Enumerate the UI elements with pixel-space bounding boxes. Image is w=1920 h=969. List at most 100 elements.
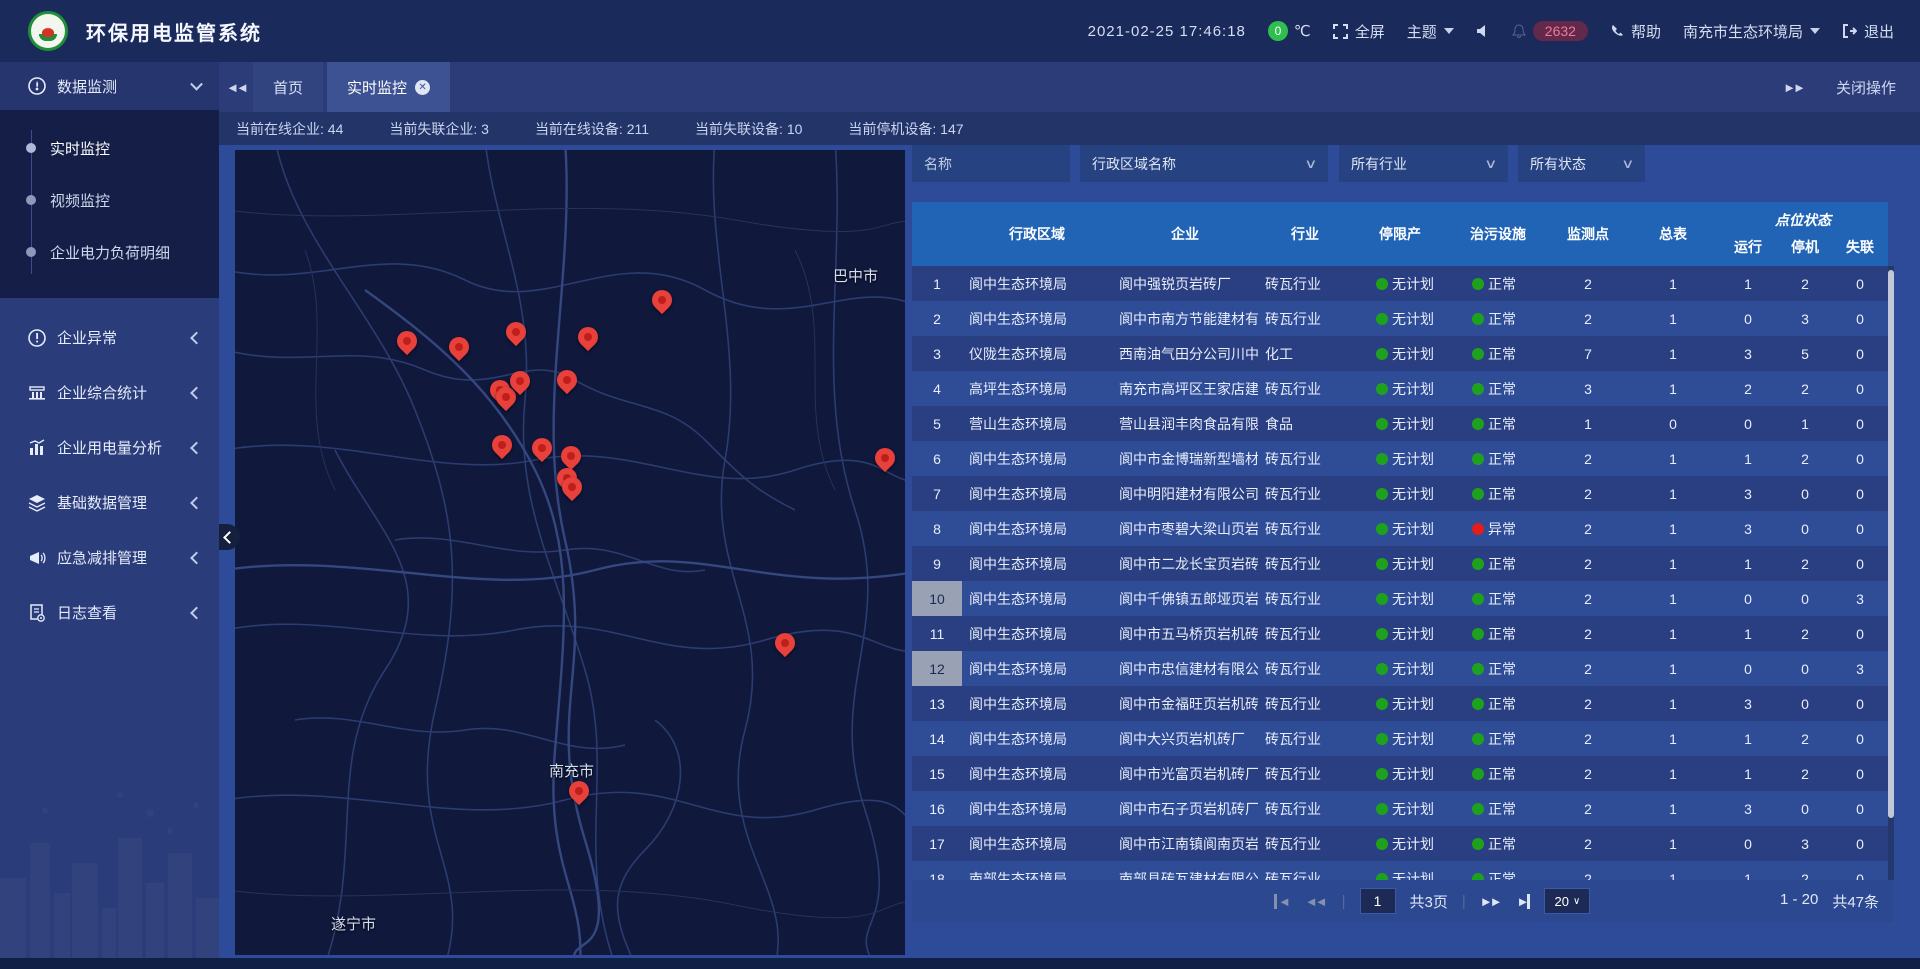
- map-panel[interactable]: 巴中市 南充市 遂宁市: [235, 150, 905, 955]
- table-row[interactable]: 16阆中生态环境局阆中市石子页岩机砖厂砖瓦行业无计划正常21300: [912, 791, 1888, 826]
- status-dot-green: [1376, 803, 1388, 815]
- sidebar-group-emergency-reduction[interactable]: 应急减排管理: [0, 530, 219, 585]
- table-row[interactable]: 2阆中生态环境局阆中市南方节能建材有砖瓦行业无计划正常21030: [912, 301, 1888, 336]
- map-pin[interactable]: [445, 333, 473, 361]
- map-pin[interactable]: [771, 629, 799, 657]
- help-button[interactable]: 帮助: [1610, 21, 1661, 42]
- stat-lost-companies: 当前失联企业: 3: [389, 119, 489, 139]
- fullscreen-button[interactable]: 全屏: [1333, 21, 1385, 42]
- table-row[interactable]: 1阆中生态环境局阆中强锐页岩砖厂砖瓦行业无计划正常21120: [912, 266, 1888, 301]
- table-row[interactable]: 14阆中生态环境局阆中大兴页岩机砖厂砖瓦行业无计划正常21120: [912, 721, 1888, 756]
- cell-index: 9: [912, 546, 962, 581]
- logout-button[interactable]: 退出: [1842, 21, 1894, 42]
- map-pin[interactable]: [553, 366, 581, 394]
- statistics-icon: [27, 383, 47, 403]
- table-row[interactable]: 7阆中生态环境局阆中明阳建材有限公司砖瓦行业无计划正常21300: [912, 476, 1888, 511]
- cell-running: 0: [1718, 581, 1778, 616]
- table-row[interactable]: 12阆中生态环境局阆中市忠信建材有限公砖瓦行业无计划正常21003: [912, 651, 1888, 686]
- map-pin[interactable]: [565, 777, 593, 805]
- table-row[interactable]: 5营山生态环境局营山县润丰肉食品有限食品无计划正常10010: [912, 406, 1888, 441]
- tab-home[interactable]: 首页: [253, 62, 323, 112]
- sidebar-item-video-monitor[interactable]: 视频监控: [0, 174, 219, 226]
- cell-region: 阆中生态环境局: [962, 511, 1112, 546]
- sidebar-group-enterprise-abnormal[interactable]: 企业异常: [0, 310, 219, 365]
- region-select[interactable]: 行政区域名称∨: [1080, 145, 1328, 182]
- cell-monitor-points: 2: [1548, 441, 1628, 476]
- cell-lost: 0: [1832, 266, 1888, 301]
- app-logo-icon: [28, 11, 68, 51]
- table-row[interactable]: 18南部生态环境局南部县砖瓦建材有限公砖瓦行业无计划正常21120: [912, 861, 1888, 880]
- theme-menu[interactable]: 主题: [1407, 21, 1454, 42]
- table-scrollbar[interactable]: [1888, 266, 1894, 880]
- tabs-scroll-right-button[interactable]: ►►: [1776, 80, 1810, 95]
- map-pin[interactable]: [488, 431, 516, 459]
- cell-facility-status: 正常: [1448, 406, 1548, 441]
- status-dot-green: [1472, 313, 1484, 325]
- cell-index: 1: [912, 266, 962, 301]
- sidebar-item-realtime-monitor[interactable]: 实时监控: [0, 122, 219, 174]
- first-page-button[interactable]: ◄: [1274, 894, 1291, 909]
- next-page-button[interactable]: ►►: [1480, 894, 1503, 909]
- notifications[interactable]: 2632: [1512, 21, 1588, 41]
- table-row[interactable]: 13阆中生态环境局阆中市金福旺页岩机砖砖瓦行业无计划正常21300: [912, 686, 1888, 721]
- table-row[interactable]: 17阆中生态环境局阆中市江南镇阆南页岩砖瓦行业无计划正常21030: [912, 826, 1888, 861]
- page-number-input[interactable]: 1: [1360, 888, 1396, 914]
- table-row[interactable]: 9阆中生态环境局阆中市二龙长宝页岩砖砖瓦行业无计划正常21120: [912, 546, 1888, 581]
- table-row[interactable]: 8阆中生态环境局阆中市枣碧大梁山页岩砖瓦行业无计划异常21300: [912, 511, 1888, 546]
- map-pin[interactable]: [648, 286, 676, 314]
- table-row[interactable]: 3仪陇生态环境局西南油气田分公司川中化工无计划正常71350: [912, 336, 1888, 371]
- cell-region: 阆中生态环境局: [962, 686, 1112, 721]
- cell-index: 14: [912, 721, 962, 756]
- cell-stop-status: 无计划: [1352, 546, 1448, 581]
- cell-facility-status: 正常: [1448, 616, 1548, 651]
- table-row[interactable]: 10阆中生态环境局阆中千佛镇五郎垭页岩砖瓦行业无计划正常21003: [912, 581, 1888, 616]
- cell-halted: 0: [1778, 581, 1832, 616]
- prev-page-button[interactable]: ◄◄: [1305, 894, 1328, 909]
- sidebar-item-power-load-detail[interactable]: 企业电力负荷明细: [0, 226, 219, 278]
- cell-industry: 砖瓦行业: [1258, 581, 1352, 616]
- table-row[interactable]: 6阆中生态环境局阆中市金博瑞新型墙材砖瓦行业无计划正常21120: [912, 441, 1888, 476]
- chevron-down-icon: [1810, 28, 1820, 34]
- cell-stop-status: 无计划: [1352, 476, 1448, 511]
- cell-facility-status: 正常: [1448, 791, 1548, 826]
- map-pin[interactable]: [393, 327, 421, 355]
- table-row[interactable]: 15阆中生态环境局阆中市光富页岩机砖厂砖瓦行业无计划正常21120: [912, 756, 1888, 791]
- status-select[interactable]: 所有状态∨: [1518, 145, 1645, 182]
- cell-facility-status: 正常: [1448, 266, 1548, 301]
- table-body: 1阆中生态环境局阆中强锐页岩砖厂砖瓦行业无计划正常211202阆中生态环境局阆中…: [912, 266, 1888, 880]
- cell-monitor-points: 7: [1548, 336, 1628, 371]
- mute-button[interactable]: [1476, 24, 1490, 38]
- map-pin[interactable]: [528, 434, 556, 462]
- org-user-menu[interactable]: 南充市生态环境局: [1683, 21, 1820, 42]
- name-search-input[interactable]: 名称: [912, 145, 1070, 182]
- map-pin[interactable]: [871, 444, 899, 472]
- scrollbar-thumb[interactable]: [1888, 270, 1894, 818]
- cell-facility-status: 正常: [1448, 441, 1548, 476]
- industry-select[interactable]: 所有行业∨: [1339, 145, 1508, 182]
- table-row[interactable]: 4高坪生态环境局南充市高坪区王家店建砖瓦行业无计划正常31220: [912, 371, 1888, 406]
- status-dot-green: [1376, 418, 1388, 430]
- map-pin[interactable]: [557, 442, 585, 470]
- sidebar-group-log-view[interactable]: 日志查看: [0, 585, 219, 640]
- last-page-button[interactable]: ►: [1517, 894, 1531, 909]
- tab-close-icon[interactable]: ✕: [415, 80, 430, 95]
- bar-chart-icon: [27, 438, 47, 458]
- cell-region: 阆中生态环境局: [962, 791, 1112, 826]
- cell-index: 4: [912, 371, 962, 406]
- cell-index: 13: [912, 686, 962, 721]
- cell-company: 南部县砖瓦建材有限公: [1112, 861, 1258, 880]
- sidebar-group-data-monitor[interactable]: 数据监测: [0, 62, 219, 110]
- sidebar-group-basic-data[interactable]: 基础数据管理: [0, 475, 219, 530]
- table-row[interactable]: 11阆中生态环境局阆中市五马桥页岩机砖砖瓦行业无计划正常21120: [912, 616, 1888, 651]
- cell-halted: 2: [1778, 756, 1832, 791]
- map-pin[interactable]: [574, 323, 602, 351]
- cell-stop-status: 无计划: [1352, 266, 1448, 301]
- sidebar-group-power-analysis[interactable]: 企业用电量分析: [0, 420, 219, 475]
- close-operations-button[interactable]: 关闭操作: [1836, 77, 1896, 98]
- sidebar-group-enterprise-statistics[interactable]: 企业综合统计: [0, 365, 219, 420]
- tabs-scroll-left-button[interactable]: ◄◄: [219, 62, 253, 112]
- page-size-select[interactable]: 20∨: [1544, 888, 1590, 914]
- tab-realtime-monitor[interactable]: 实时监控 ✕: [327, 62, 450, 112]
- status-dot-green: [1376, 383, 1388, 395]
- map-pin[interactable]: [502, 318, 530, 346]
